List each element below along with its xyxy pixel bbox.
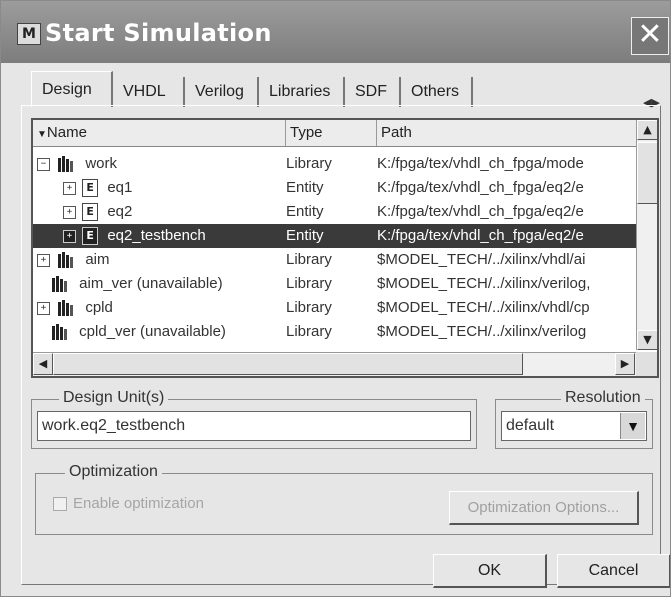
entity-icon: E [82,227,99,246]
column-path-label: Path [381,124,412,141]
horizontal-scroll-thumb[interactable] [53,353,523,375]
item-name: aim_ver (unavailable) [79,275,223,292]
design-units-label: Design Unit(s) [59,389,169,407]
item-type: Library [286,155,332,172]
list-item[interactable]: + E eq2 Entity K:/fpga/tex/vhdl_ch_fpga/… [33,200,636,224]
list-item[interactable]: aim_ver (unavailable) Library $MODEL_TEC… [33,272,636,296]
tab-libraries[interactable]: Libraries [259,77,345,107]
collapse-icon[interactable]: − [37,157,50,171]
enable-optimization-label: Enable optimization [73,495,204,512]
list-item[interactable]: − work Library K:/fpga/tex/vhdl_ch_fpga/… [33,152,636,176]
list-item[interactable]: cpld_ver (unavailable) Library $MODEL_TE… [33,320,636,344]
expand-icon[interactable]: + [63,229,76,243]
optimization-label: Optimization [65,463,162,481]
enable-optimization-checkbox[interactable] [53,497,67,511]
item-name: cpld [85,299,113,316]
item-name: cpld_ver (unavailable) [79,323,226,340]
title-bar[interactable]: M Start Simulation ✕ [1,1,670,63]
library-icon [52,324,67,341]
modelsim-icon: M [17,23,41,45]
design-library-list[interactable]: ▼Name Type Path − work Library K:/fpga/t… [31,118,659,378]
library-icon [52,276,67,293]
item-name: eq2 [107,203,133,220]
scroll-left-icon[interactable]: ◀ [33,353,53,375]
list-item[interactable]: + cpld Library $MODEL_TECH/../xilinx/vhd… [33,296,636,320]
expand-icon[interactable]: + [63,181,76,195]
tab-design[interactable]: Design [31,71,113,107]
item-type: Entity [286,227,324,244]
item-path: $MODEL_TECH/../xilinx/vhdl/cp [377,299,590,316]
column-type-label: Type [290,124,323,141]
close-button[interactable]: ✕ [631,17,669,55]
library-icon [58,252,74,269]
design-units-input[interactable]: work.eq2_testbench [37,411,471,441]
horizontal-scrollbar[interactable]: ◀ ▶ [33,352,636,376]
item-type: Library [286,251,332,268]
tab-sdf[interactable]: SDF [345,77,401,107]
entity-icon: E [82,203,99,222]
item-path: $MODEL_TECH/../xilinx/verilog [377,323,587,340]
item-path: $MODEL_TECH/../xilinx/verilog, [377,275,591,292]
list-item[interactable]: + E eq1 Entity K:/fpga/tex/vhdl_ch_fpga/… [33,176,636,200]
column-header-name[interactable]: ▼Name [33,120,286,146]
chevron-down-icon[interactable]: ▼ [620,413,645,439]
ok-button[interactable]: OK [433,554,547,588]
entity-icon: E [82,179,99,198]
item-name: eq1 [107,179,133,196]
sort-indicator-icon: ▼ [37,129,47,140]
library-icon [58,156,74,173]
list-item-selected[interactable]: + E eq2_testbench Entity K:/fpga/tex/vhd… [33,224,636,248]
item-path: K:/fpga/tex/vhdl_ch_fpga/mode [377,155,584,172]
resolution-select[interactable]: default ▼ [501,411,647,441]
expand-icon[interactable]: + [63,205,76,219]
column-header-path[interactable]: Path [377,120,636,146]
scroll-right-icon[interactable]: ▶ [615,353,635,375]
item-type: Library [286,275,332,292]
item-path: K:/fpga/tex/vhdl_ch_fpga/eq2/e [377,203,584,220]
tab-others[interactable]: Others [401,77,473,107]
item-path: K:/fpga/tex/vhdl_ch_fpga/eq2/e [377,227,584,244]
list-header: ▼Name Type Path [33,120,636,147]
start-simulation-dialog: M Start Simulation ✕ Design VHDL Verilog… [0,0,671,597]
item-name: aim [85,251,110,268]
vertical-scroll-thumb[interactable] [637,142,657,204]
column-header-type[interactable]: Type [286,120,377,146]
item-name: eq2_testbench [107,227,206,244]
item-type: Entity [286,203,324,220]
scroll-up-icon[interactable]: ▲ [637,120,657,140]
item-type: Library [286,323,332,340]
tab-verilog[interactable]: Verilog [185,77,259,107]
expand-icon[interactable]: + [37,301,50,315]
window-title: Start Simulation [45,19,272,47]
resolution-value: default [506,417,555,434]
cancel-button[interactable]: Cancel [557,554,670,588]
item-path: K:/fpga/tex/vhdl_ch_fpga/eq2/e [377,179,584,196]
expand-icon[interactable]: + [37,253,50,267]
optimization-options-button[interactable]: Optimization Options... [449,491,639,525]
list-item[interactable]: + aim Library $MODEL_TECH/../xilinx/vhdl… [33,248,636,272]
library-icon [58,300,74,317]
item-name: work [85,155,118,172]
scroll-down-icon[interactable]: ▼ [637,330,657,350]
vertical-scrollbar[interactable]: ▲ ▼ [636,120,657,350]
scrollbar-corner [636,352,657,376]
item-type: Library [286,299,332,316]
column-name-label: Name [46,124,87,141]
item-type: Entity [286,179,324,196]
tab-vhdl[interactable]: VHDL [113,77,185,107]
item-path: $MODEL_TECH/../xilinx/vhdl/ai [377,251,586,268]
resolution-label: Resolution [561,389,645,407]
